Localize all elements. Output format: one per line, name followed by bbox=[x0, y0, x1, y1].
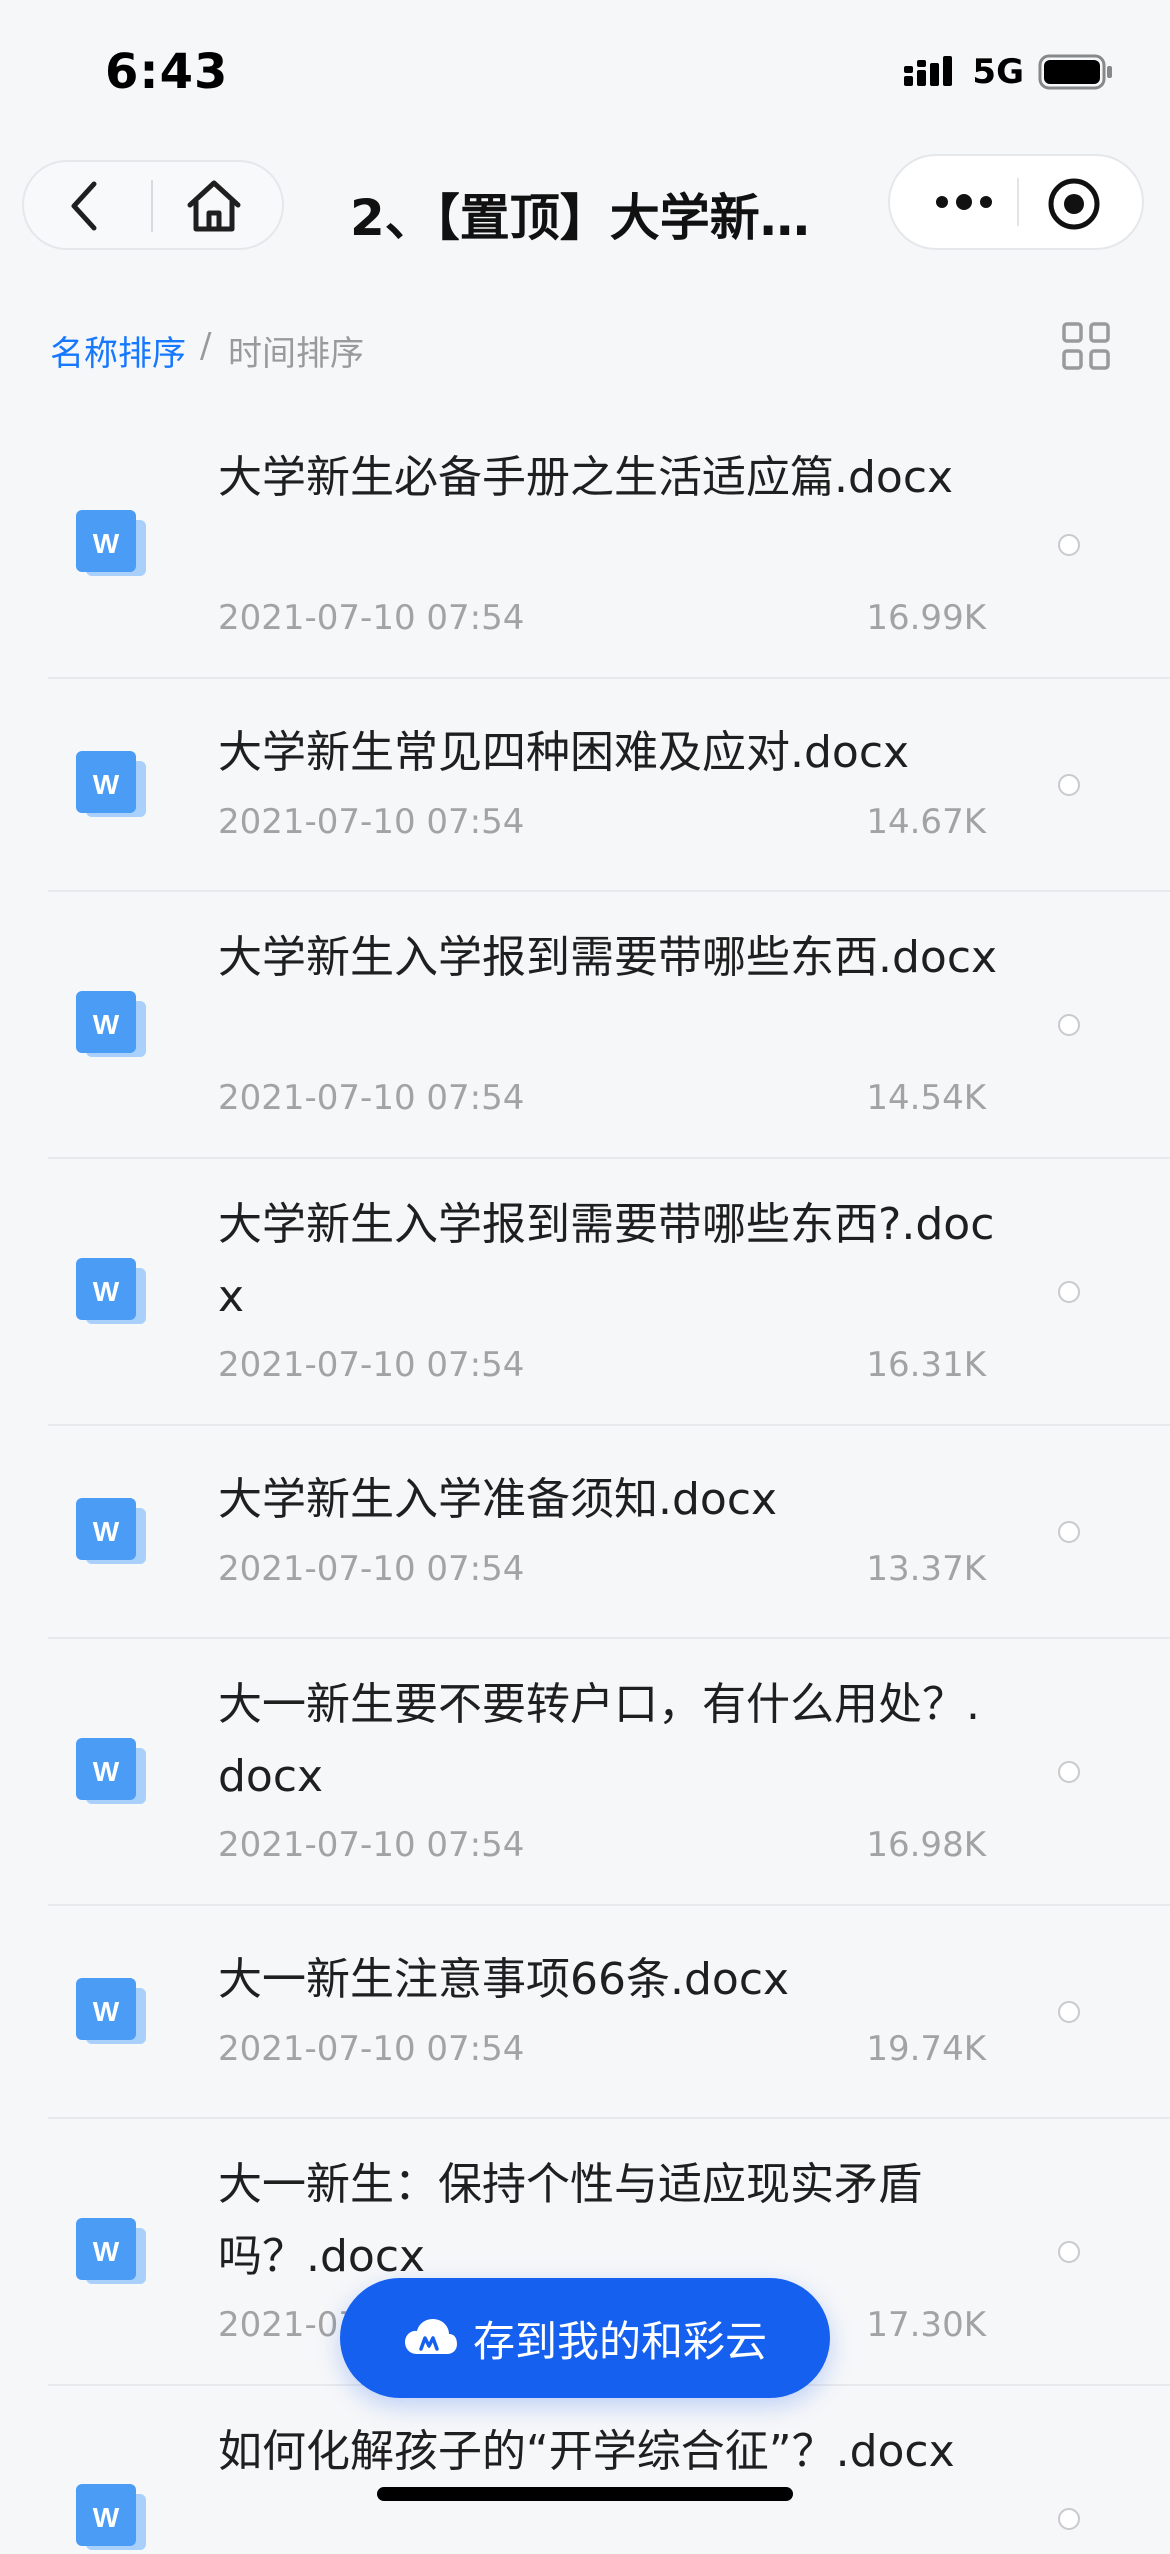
word-doc-icon: W bbox=[76, 991, 146, 1057]
file-name: 大一新生：保持个性与适应现实矛盾吗？.docx bbox=[218, 2159, 922, 2282]
svg-text:W: W bbox=[93, 1756, 120, 1787]
home-button[interactable] bbox=[182, 174, 246, 238]
file-size: 14.67K bbox=[866, 802, 986, 842]
list-divider bbox=[48, 677, 1170, 679]
file-name: 大学新生入学准备须知.docx bbox=[218, 1474, 778, 1525]
file-name: 大一新生要不要转户口，有什么用处？.docx bbox=[218, 1679, 980, 1802]
file-name: 大学新生常见四种困难及应对.docx bbox=[218, 727, 910, 778]
list-divider bbox=[48, 1157, 1170, 1159]
back-button[interactable] bbox=[52, 174, 116, 238]
select-radio[interactable] bbox=[1058, 2001, 1080, 2023]
list-divider bbox=[48, 890, 1170, 892]
file-size: 14.54K bbox=[866, 1078, 986, 1118]
select-radio[interactable] bbox=[1058, 2508, 1080, 2530]
sort-separator: / bbox=[200, 326, 212, 366]
file-date: 2021-07-10 07:54 bbox=[218, 1549, 525, 1589]
svg-text:W: W bbox=[93, 769, 120, 800]
sort-by-name-link[interactable]: 名称排序 bbox=[50, 326, 186, 375]
select-radio[interactable] bbox=[1058, 534, 1080, 556]
status-icons: 5G bbox=[904, 52, 1114, 92]
page-title: 2、【置顶】大学新生入学必看 bbox=[350, 189, 830, 247]
file-name: 大一新生注意事项66条.docx bbox=[218, 1954, 790, 2005]
file-name: 大学新生入学报到需要带哪些东西.docx bbox=[218, 932, 998, 983]
select-radio[interactable] bbox=[1058, 1521, 1080, 1543]
nav-divider bbox=[151, 180, 153, 232]
word-doc-icon: W bbox=[76, 1258, 146, 1324]
word-doc-icon: W bbox=[76, 2218, 146, 2284]
select-radio[interactable] bbox=[1058, 1281, 1080, 1303]
svg-text:W: W bbox=[93, 2236, 120, 2267]
word-doc-icon: W bbox=[76, 1498, 146, 1564]
sort-bar: 名称排序 / 时间排序 bbox=[0, 320, 1170, 380]
target-circle-icon bbox=[1048, 178, 1100, 230]
file-date: 2021-07-10 07:54 bbox=[218, 1825, 525, 1865]
more-dots-icon bbox=[936, 194, 992, 210]
chevron-left-icon bbox=[71, 181, 97, 231]
capsule-divider bbox=[1017, 178, 1019, 226]
svg-text:W: W bbox=[93, 1516, 120, 1547]
word-doc-icon: W bbox=[76, 751, 146, 817]
list-divider bbox=[48, 1637, 1170, 1639]
file-date: 2021-07-10 07:54 bbox=[218, 1345, 525, 1385]
file-date: 2021-07-10 07:54 bbox=[218, 802, 525, 842]
file-size: 16.99K bbox=[866, 598, 986, 638]
network-label: 5G bbox=[972, 52, 1024, 92]
more-button[interactable] bbox=[924, 176, 1004, 228]
sort-by-time-link[interactable]: 时间排序 bbox=[228, 326, 364, 375]
select-radio[interactable] bbox=[1058, 774, 1080, 796]
svg-text:W: W bbox=[93, 2502, 120, 2533]
list-divider bbox=[48, 2117, 1170, 2119]
save-button-label: 存到我的和彩云 bbox=[472, 2316, 767, 2366]
svg-text:W: W bbox=[93, 1996, 120, 2027]
svg-text:W: W bbox=[93, 1276, 120, 1307]
file-name: 大学新生入学报到需要带哪些东西?.docx bbox=[218, 1199, 995, 1322]
home-icon bbox=[187, 180, 241, 232]
signal-icon bbox=[904, 56, 953, 86]
nav-bar: 2、【置顶】大学新生入学必看 bbox=[0, 150, 1170, 260]
word-doc-icon: W bbox=[76, 2484, 146, 2550]
file-name: 如何化解孩子的“开学综合征”？.docx bbox=[218, 2426, 955, 2477]
nav-pill bbox=[22, 160, 284, 250]
file-name: 大学新生必备手册之生活适应篇.docx bbox=[218, 452, 954, 503]
select-radio[interactable] bbox=[1058, 1014, 1080, 1036]
battery-icon bbox=[1038, 54, 1112, 90]
close-button[interactable] bbox=[1042, 172, 1106, 236]
cloud-icon bbox=[404, 2319, 457, 2354]
miniprogram-capsule bbox=[888, 154, 1144, 250]
select-radio[interactable] bbox=[1058, 1761, 1080, 1783]
home-indicator bbox=[377, 2487, 793, 2501]
file-date: 2021-07-10 07:54 bbox=[218, 598, 525, 638]
file-size: 16.31K bbox=[866, 1345, 986, 1385]
file-size: 19.74K bbox=[866, 2029, 986, 2069]
svg-text:W: W bbox=[93, 528, 120, 559]
word-doc-icon: W bbox=[76, 510, 146, 576]
select-radio[interactable] bbox=[1058, 2241, 1080, 2263]
file-date: 2021-07-10 07:54 bbox=[218, 1078, 525, 1118]
grid-view-icon[interactable] bbox=[1060, 320, 1112, 372]
file-date: 2021-07-10 07:54 bbox=[218, 2029, 525, 2069]
word-doc-icon: W bbox=[76, 1738, 146, 1804]
status-time: 6:43 bbox=[105, 44, 229, 100]
file-size: 17.30K bbox=[866, 2305, 986, 2345]
list-divider bbox=[48, 1424, 1170, 1426]
file-size: 13.37K bbox=[866, 1549, 986, 1589]
list-divider bbox=[48, 1904, 1170, 1906]
file-size: 16.98K bbox=[866, 1825, 986, 1865]
status-bar: 6:43 5G bbox=[0, 0, 1170, 150]
svg-text:W: W bbox=[93, 1009, 120, 1040]
save-to-cloud-button[interactable]: 存到我的和彩云 bbox=[340, 2278, 830, 2398]
word-doc-icon: W bbox=[76, 1978, 146, 2044]
